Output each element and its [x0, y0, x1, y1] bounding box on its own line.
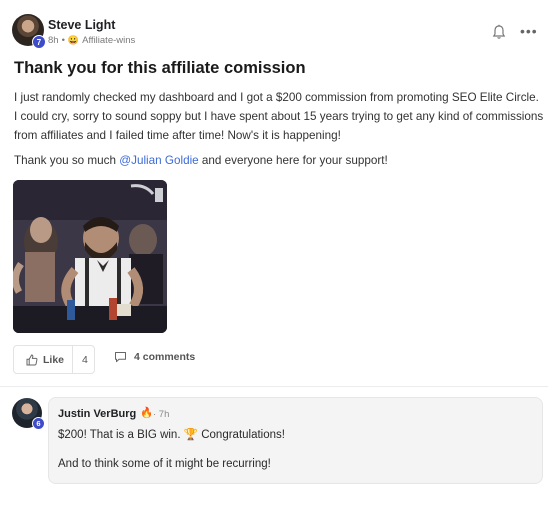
author-name[interactable]: Steve Light: [48, 18, 115, 32]
thumbs-up-icon: [26, 353, 38, 365]
post-image-scene: [13, 180, 167, 333]
like-label: Like: [43, 353, 65, 366]
post-time: 8h: [48, 35, 59, 46]
bell-icon[interactable]: [492, 24, 506, 40]
post-body-paragraph-2: Thank you so much @Julian Goldie and eve…: [14, 151, 388, 170]
author-level-badge: 7: [32, 35, 46, 49]
post-title: Thank you for this affiliate comission: [14, 59, 306, 77]
commenter-name[interactable]: Justin VerBurg: [58, 408, 136, 420]
comment-bubble-icon: [115, 352, 126, 363]
like-button[interactable]: Like 4: [13, 345, 95, 374]
like-divider: [72, 346, 73, 373]
divider: [0, 386, 548, 387]
comment-text-line-2: And to think some of it might be recurri…: [58, 458, 271, 470]
meta-separator: •: [61, 35, 65, 46]
commenter-level-badge: 6: [32, 417, 45, 430]
like-count[interactable]: 4: [82, 354, 88, 366]
post-image[interactable]: [13, 180, 167, 333]
comments-count: 4 comments: [134, 351, 196, 363]
comments-button[interactable]: 4 comments: [114, 351, 195, 363]
fire-icon: 🔥: [140, 407, 154, 419]
comment-text-line-1: $200! That is a BIG win. 🏆 Congratulatio…: [58, 429, 285, 441]
post-body-paragraph-1: I just randomly checked my dashboard and…: [14, 91, 544, 142]
post-category[interactable]: Affiliate-wins: [82, 35, 135, 46]
comment-time: · 7h: [153, 409, 170, 420]
paragraph-2-suffix: and everyone here for your support!: [198, 154, 388, 167]
post-meta: 8h • 😀 Affiliate-wins: [48, 35, 135, 46]
mention-link[interactable]: @Julian Goldie: [119, 154, 198, 167]
category-emoji: 😀: [67, 35, 80, 45]
paragraph-2-prefix: Thank you so much: [14, 154, 120, 167]
post-header: 7 Steve Light 8h • 😀 Affiliate-wins •••: [12, 14, 538, 50]
more-options-icon[interactable]: •••: [520, 24, 538, 38]
